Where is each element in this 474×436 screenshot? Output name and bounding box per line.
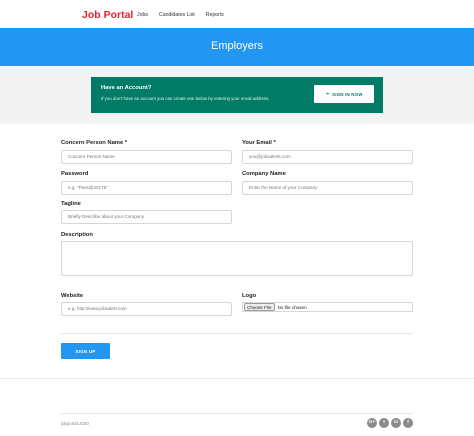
- email-label: Your Email *: [242, 140, 276, 146]
- google-plus-icon[interactable]: G+: [367, 418, 377, 428]
- contact-name-label: Concern Person Name *: [61, 140, 128, 146]
- twitter-glyph: t: [383, 419, 385, 425]
- website-label: Website: [61, 293, 84, 299]
- website-input[interactable]: e.g. http://www.jobsalert.com: [61, 302, 232, 316]
- form-divider: [61, 333, 413, 334]
- top-navbar: Job Portal Jobs Candidates List Reports: [0, 0, 474, 28]
- email-input[interactable]: you@jobsalerts.com: [242, 150, 413, 164]
- account-notice-title: Have an Account?: [101, 85, 152, 91]
- nav-item-jobs[interactable]: Jobs: [137, 12, 148, 18]
- account-notice-text: If you don't have an account you can cre…: [101, 96, 270, 101]
- google-plus-glyph: G+: [368, 419, 376, 425]
- footer-divider: [61, 413, 413, 414]
- facebook-icon[interactable]: f: [403, 418, 413, 428]
- logo-label: Logo: [242, 293, 257, 299]
- description-label: Description: [61, 232, 93, 238]
- page-banner: Employers: [0, 28, 474, 66]
- logo-file-input[interactable]: Choose File No file chosen: [242, 302, 413, 312]
- page-title: Employers: [211, 40, 263, 52]
- facebook-glyph: f: [407, 419, 409, 425]
- sign-up-button-label: SIGN UP: [75, 348, 96, 354]
- footer-top-border: [0, 378, 474, 379]
- nav-item-candidates-list[interactable]: Candidates List: [159, 12, 195, 18]
- linkedin-icon[interactable]: in: [391, 418, 401, 428]
- twitter-icon[interactable]: t: [379, 418, 389, 428]
- linkedin-glyph: in: [393, 419, 399, 425]
- company-name-input[interactable]: Enter the Name of your Company: [242, 181, 413, 195]
- contact-name-input[interactable]: Concern Person Name: [61, 150, 232, 164]
- sign-up-button[interactable]: SIGN UP: [61, 343, 110, 359]
- account-section: Have an Account? If you don't have an ac…: [0, 66, 474, 124]
- company-name-label: Company Name: [242, 171, 286, 177]
- main-nav: Jobs Candidates List Reports: [137, 12, 235, 18]
- tagline-label: Tagline: [61, 201, 81, 207]
- account-notice: Have an Account? If you don't have an ac…: [91, 77, 383, 113]
- choose-file-button[interactable]: Choose File: [244, 303, 275, 311]
- sign-in-button[interactable]: ➜ SIGN IN NOW: [314, 85, 374, 103]
- sign-in-arrow-icon: ➜: [325, 91, 330, 96]
- password-label: Password: [61, 171, 89, 177]
- password-input[interactable]: e.g. "Pass@20178": [61, 181, 232, 195]
- description-textarea[interactable]: [61, 241, 413, 276]
- site-logo[interactable]: Job Portal: [82, 9, 133, 21]
- nav-item-reports[interactable]: Reports: [206, 12, 224, 18]
- tagline-input[interactable]: Briefly Describe about your Company: [61, 210, 232, 224]
- file-status: No file chosen: [277, 304, 307, 310]
- copyright-text: jobportal 2020: [61, 421, 89, 426]
- sign-in-button-label: SIGN IN NOW: [332, 91, 363, 97]
